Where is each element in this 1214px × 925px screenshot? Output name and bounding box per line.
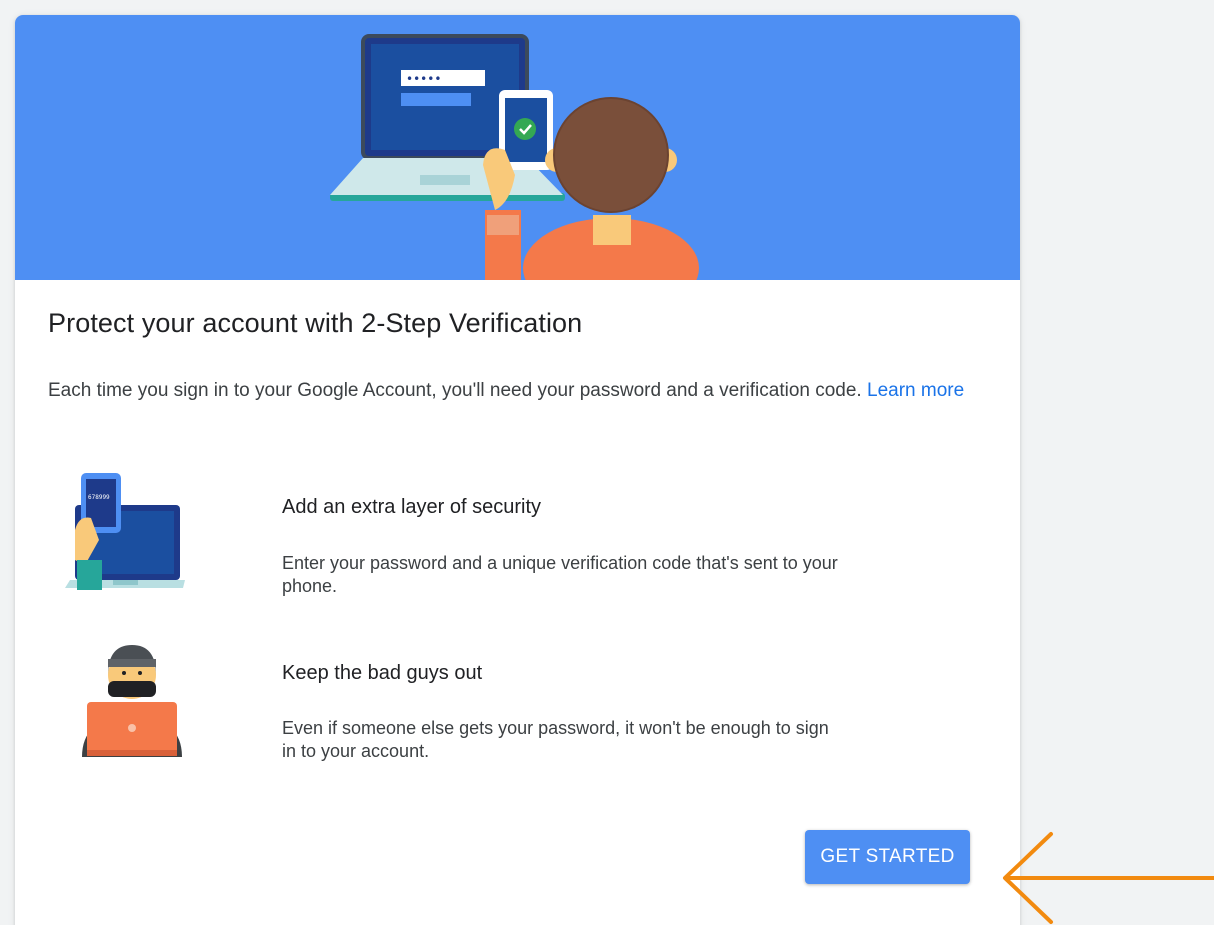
phone-code-text: 678999 bbox=[88, 494, 110, 501]
feature-desc-bad-guys: Even if someone else gets your password,… bbox=[282, 718, 829, 761]
page-title: Protect your account with 2-Step Verific… bbox=[48, 308, 583, 338]
get-started-button[interactable]: GET STARTED bbox=[805, 830, 970, 884]
verification-card: ••••• Protect your account with 2-Step V… bbox=[15, 15, 1020, 925]
learn-more-link[interactable]: Learn more bbox=[867, 380, 964, 401]
description-body: Each time you sign in to your Google Acc… bbox=[48, 380, 862, 401]
feature-title-bad-guys: Keep the bad guys out bbox=[282, 662, 483, 684]
arrow-pointer-icon bbox=[1003, 832, 1214, 924]
hero-illustration: ••••• bbox=[330, 34, 699, 280]
hacker-illustration-icon bbox=[82, 645, 182, 757]
description-text: Each time you sign in to your Google Acc… bbox=[48, 375, 978, 406]
feature-desc-security: Enter your password and a unique verific… bbox=[282, 553, 838, 596]
feature-title-security: Add an extra layer of security bbox=[282, 496, 542, 518]
hero-password-mask: ••••• bbox=[406, 72, 441, 86]
phone-laptop-illustration-icon: 678999 bbox=[65, 473, 185, 590]
hero-banner: ••••• bbox=[15, 15, 1020, 280]
page: ••••• Protect your account with 2-Step V… bbox=[0, 0, 1214, 925]
